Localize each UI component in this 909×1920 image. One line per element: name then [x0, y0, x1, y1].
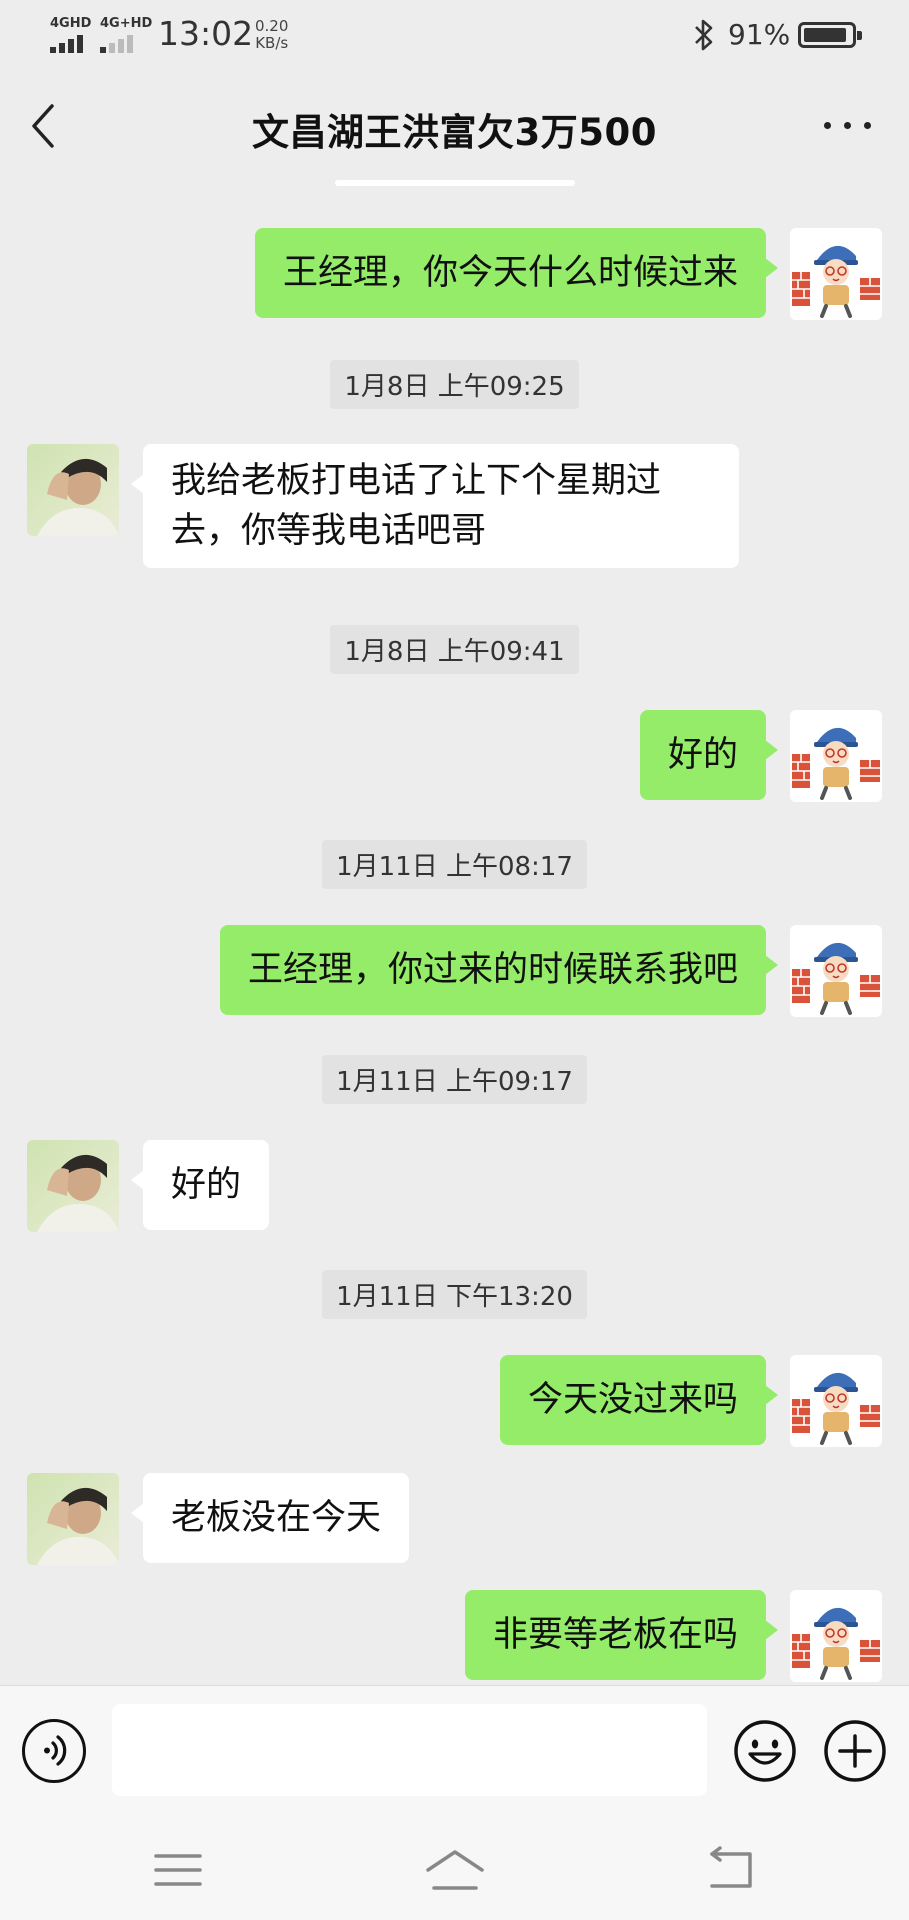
- message-bubble-outgoing[interactable]: 好的: [639, 710, 779, 800]
- message-bubble-outgoing[interactable]: 今天没过来吗: [499, 1355, 779, 1445]
- timestamp: 1月11日 上午09:17: [0, 1055, 909, 1104]
- bluetooth-icon: [695, 19, 713, 51]
- battery-fill: [804, 28, 846, 42]
- voice-icon[interactable]: [22, 1719, 86, 1783]
- chat-title: 文昌湖王洪富欠3万500: [252, 111, 657, 154]
- message-row-outgoing: 王经理，你过来的时候联系我吧: [0, 925, 909, 1017]
- chat-header: 文昌湖王洪富欠3万500: [0, 70, 909, 186]
- contact-avatar[interactable]: [27, 1140, 119, 1232]
- self-avatar[interactable]: [790, 1355, 882, 1447]
- message-row-incoming: 老板没在今天: [0, 1473, 909, 1565]
- system-navigation-bar: [0, 1820, 909, 1920]
- network-type-2: 4G+HD: [100, 16, 153, 31]
- message-row-outgoing: 非要等老板在吗: [0, 1590, 909, 1682]
- message-bubble-outgoing[interactable]: 王经理，你过来的时候联系我吧: [219, 925, 779, 1015]
- timestamp: 1月11日 下午13:20: [0, 1270, 909, 1319]
- self-avatar[interactable]: [790, 1590, 882, 1682]
- self-avatar[interactable]: [790, 710, 882, 802]
- message-bubble-outgoing[interactable]: 王经理，你今天什么时候过来: [254, 228, 779, 318]
- network-speed-value: 0.20: [255, 17, 289, 35]
- battery-icon: [798, 22, 862, 48]
- home-icon[interactable]: [420, 1840, 490, 1900]
- message-row-incoming: 我给老板打电话了让下个星期过去，你等我电话吧哥: [0, 444, 909, 594]
- status-bar: 4GHD 4G+HD 13:02 0.20 KB/s 91%: [0, 0, 909, 70]
- self-avatar[interactable]: [790, 925, 882, 1017]
- message-bubble-incoming[interactable]: 我给老板打电话了让下个星期过去，你等我电话吧哥: [131, 444, 739, 568]
- input-bar: [0, 1685, 909, 1820]
- message-row-incoming: 好的: [0, 1140, 909, 1232]
- back-nav-icon[interactable]: [700, 1840, 760, 1900]
- message-row-outgoing: 好的: [0, 710, 909, 802]
- timestamp: 1月8日 上午09:25: [0, 360, 909, 409]
- more-dots-icon[interactable]: [820, 100, 876, 150]
- message-bubble-outgoing[interactable]: 非要等老板在吗: [464, 1590, 779, 1680]
- plus-icon[interactable]: [822, 1718, 888, 1784]
- chat-screen: 4GHD 4G+HD 13:02 0.20 KB/s 91% 文昌湖王洪富欠3万…: [0, 0, 909, 1920]
- message-bubble-incoming[interactable]: 好的: [130, 1140, 270, 1230]
- timestamp: 1月8日 上午09:41: [0, 625, 909, 674]
- message-input[interactable]: [112, 1704, 707, 1796]
- message-row-outgoing: 王经理，你今天什么时候过来: [0, 228, 909, 320]
- network-speed-unit: KB/s: [255, 34, 289, 52]
- battery-percent: 91%: [728, 18, 791, 51]
- status-time: 13:02: [158, 14, 254, 53]
- message-list[interactable]: 王经理，你今天什么时候过来 1月8日 上午09:25 我给老板打电话了让下个星期…: [0, 180, 909, 1685]
- menu-icon[interactable]: [148, 1840, 208, 1900]
- self-avatar[interactable]: [790, 228, 882, 320]
- network-speed: 0.20 KB/s: [255, 18, 288, 52]
- contact-avatar[interactable]: [27, 1473, 119, 1565]
- emoji-icon[interactable]: [732, 1718, 798, 1784]
- message-row-outgoing: 今天没过来吗: [0, 1355, 909, 1447]
- timestamp: 1月11日 上午08:17: [0, 840, 909, 889]
- network-type-1: 4GHD: [50, 16, 92, 31]
- contact-avatar[interactable]: [27, 444, 119, 536]
- message-bubble-incoming[interactable]: 老板没在今天: [130, 1473, 410, 1563]
- signal-bars-2-icon: [100, 33, 140, 53]
- signal-bars-1-icon: [50, 33, 90, 53]
